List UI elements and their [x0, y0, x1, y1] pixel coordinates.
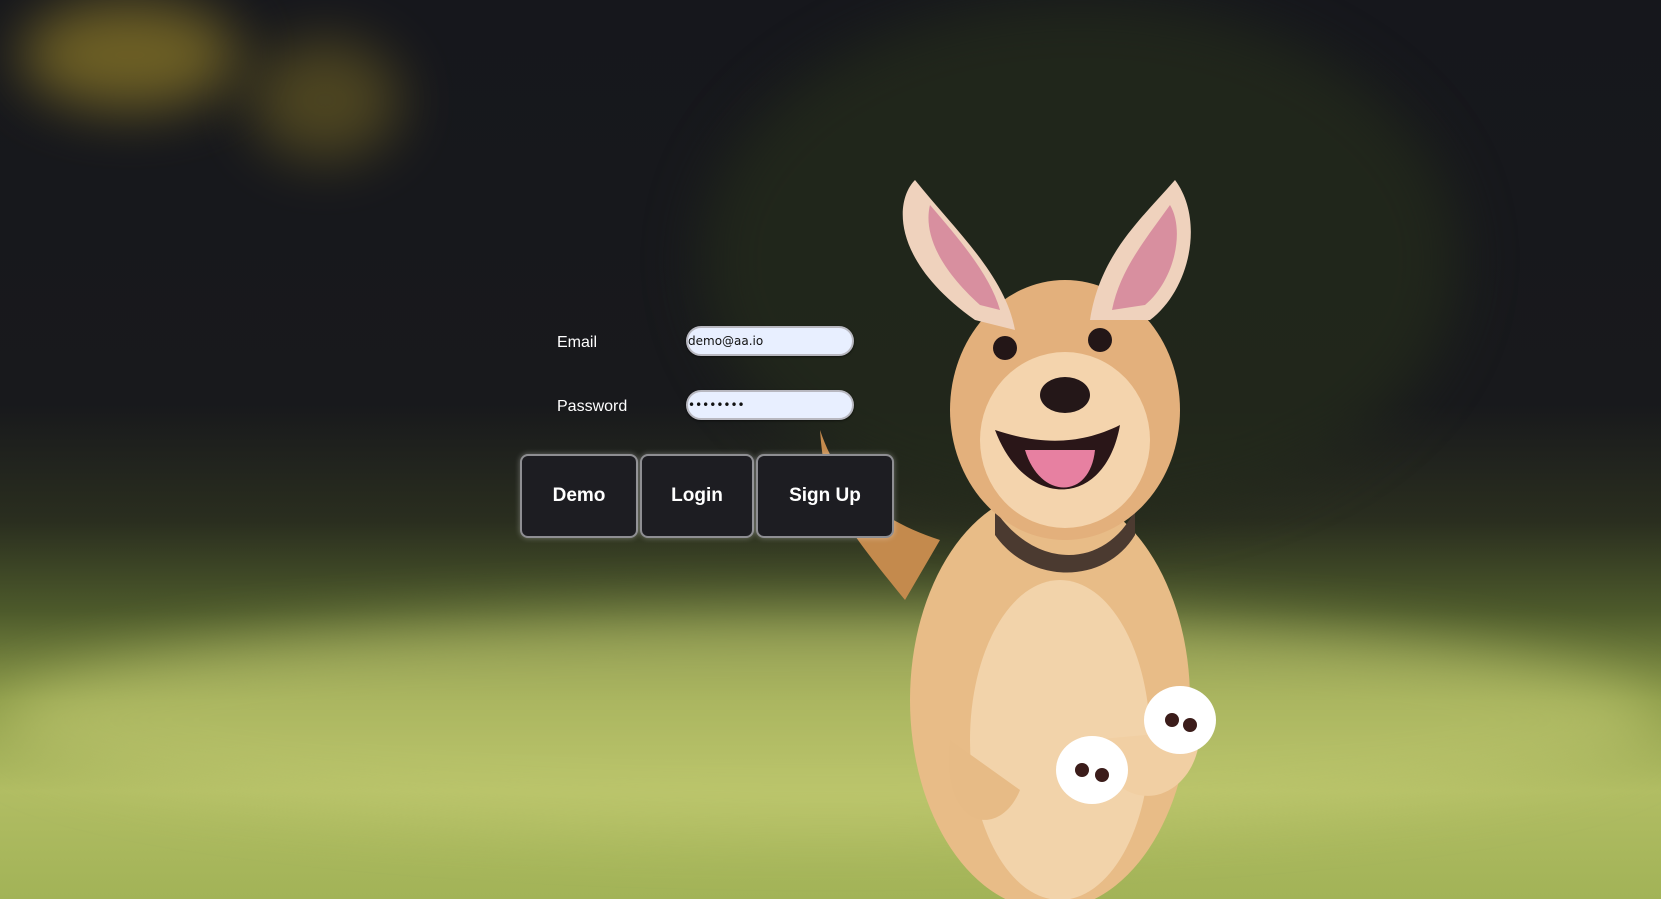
signup-button[interactable]: Sign Up	[756, 454, 894, 538]
bokeh-light	[250, 40, 400, 160]
password-input[interactable]: ••••••••	[686, 390, 854, 420]
password-label: Password	[557, 398, 628, 415]
action-buttons: Demo Login Sign Up	[520, 454, 894, 540]
background-photo	[0, 0, 1661, 899]
email-input[interactable]: demo@aa.io	[686, 326, 854, 356]
password-row: Password ••••••••	[520, 390, 860, 424]
dog-illustration	[820, 180, 1216, 899]
login-button[interactable]: Login	[640, 454, 754, 538]
bokeh-light	[20, 0, 240, 110]
email-row: Email demo@aa.io	[520, 326, 860, 360]
email-label: Email	[557, 334, 598, 351]
demo-button[interactable]: Demo	[520, 454, 638, 538]
